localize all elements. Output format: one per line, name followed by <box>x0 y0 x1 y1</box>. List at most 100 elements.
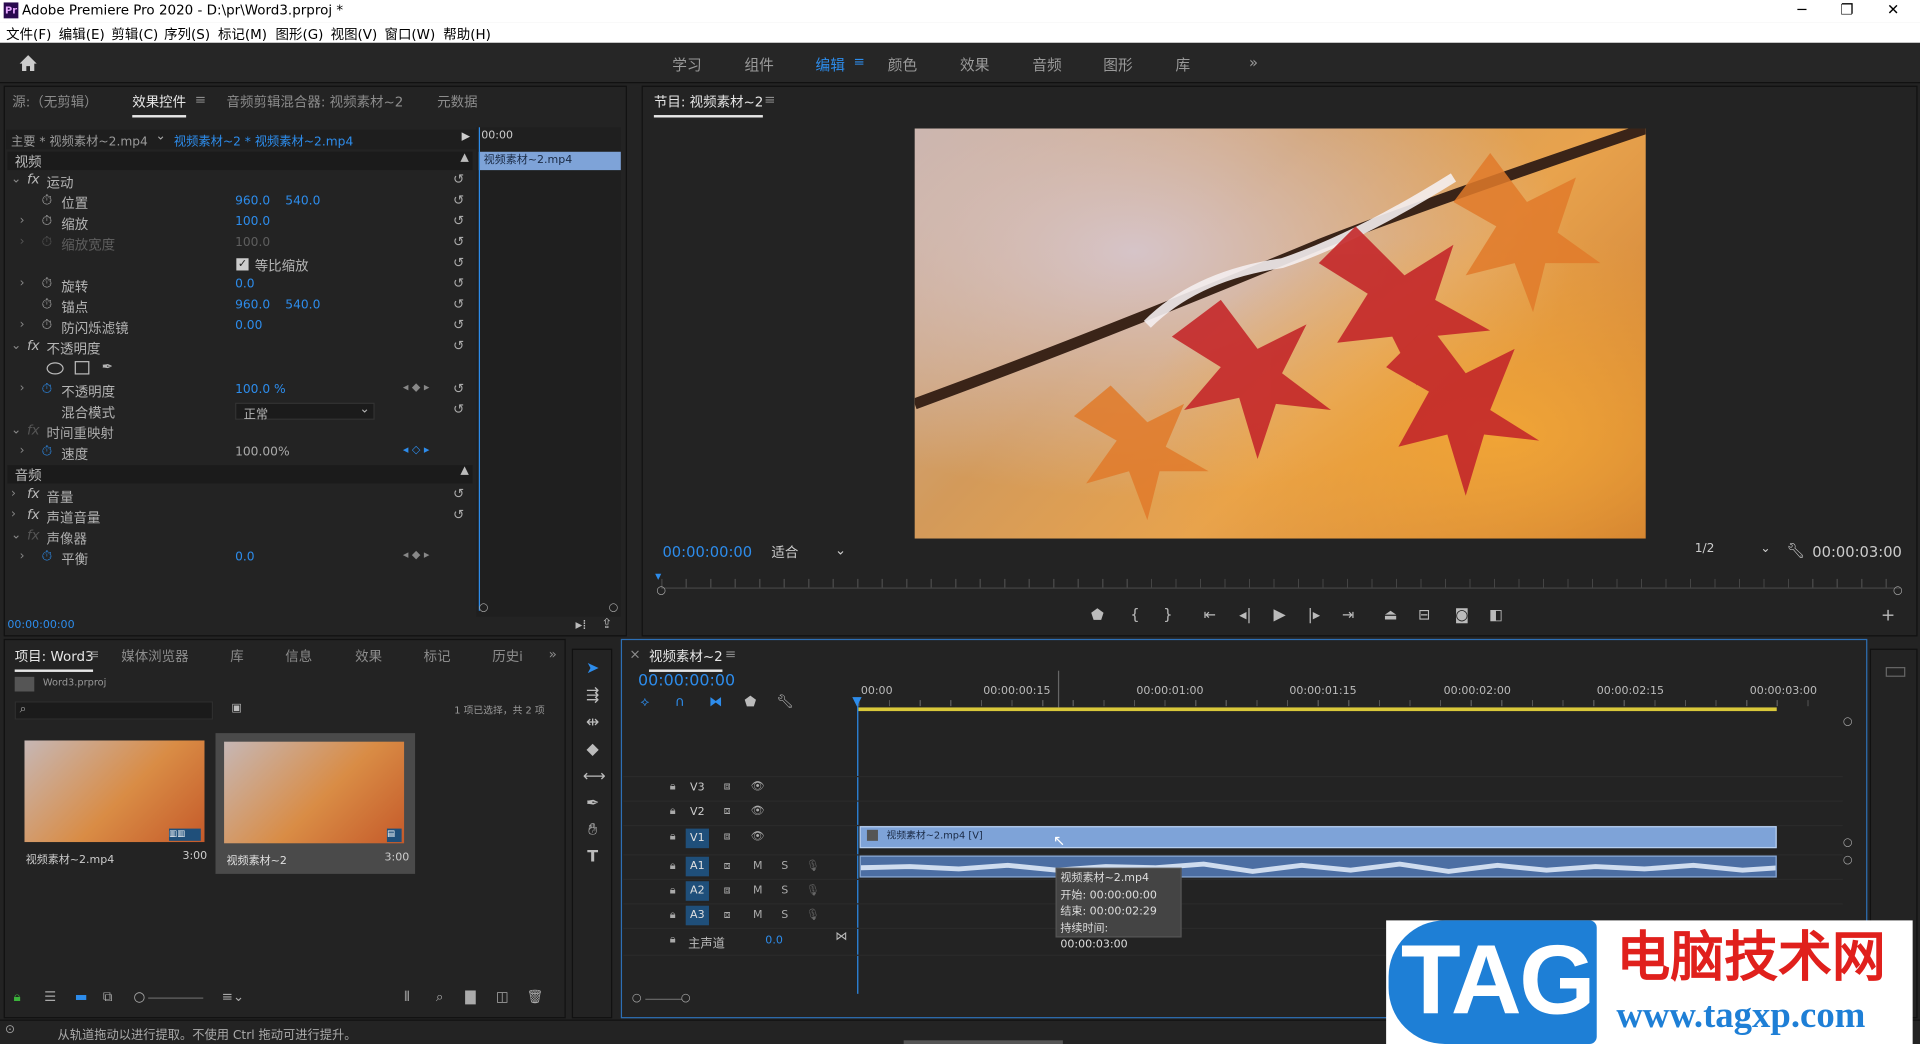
go-to-out-icon[interactable]: ⇥ <box>1342 606 1354 623</box>
track-name-v1[interactable]: V1 <box>685 828 709 849</box>
prop-position[interactable]: ⏱ 位置 960.0 540.0 ↺ <box>7 192 472 213</box>
maximize-button[interactable]: ❐ <box>1840 1 1853 18</box>
lift-icon[interactable]: ⏏ <box>1384 606 1398 623</box>
program-playhead[interactable]: ▾ <box>655 570 661 583</box>
program-scrubber[interactable] <box>661 578 1901 589</box>
home-icon[interactable] <box>18 54 38 72</box>
timeline-ruler-ticks[interactable] <box>858 700 1834 707</box>
effect-controls-timecode[interactable]: 00:00:00:00 <box>7 619 74 631</box>
fit-dropdown[interactable]: 适合 ⌄ <box>765 542 848 560</box>
solo-button[interactable]: S <box>781 909 788 921</box>
program-zoom-left[interactable]: ○ <box>656 585 666 597</box>
menu-sequence[interactable]: 序列(S) <box>164 24 210 44</box>
prop-uniform-scale[interactable]: ✓ 等比缩放 ↺ <box>7 255 472 276</box>
program-monitor-title[interactable]: 节目: 视频素材~2 <box>653 92 764 118</box>
tab-effects[interactable]: 效果 <box>355 646 382 666</box>
sync-lock-icon[interactable]: ⧈ <box>724 805 731 817</box>
lock-icon[interactable]: 🔒︎ <box>670 805 676 817</box>
filter-icon[interactable]: ▸⁞ <box>576 617 587 633</box>
mini-clip-bar[interactable]: 视频素材~2.mp4 <box>478 151 621 171</box>
lock-icon[interactable]: 🔒︎ <box>670 831 676 843</box>
camera-icon[interactable]: ◙ <box>1455 606 1469 623</box>
ripple-edit-icon[interactable]: ⇹ <box>583 714 603 734</box>
slip-icon[interactable]: ⟷ <box>583 767 606 787</box>
rectangle-mask-icon[interactable] <box>74 361 90 375</box>
extract-icon[interactable]: ⊟ <box>1418 606 1430 623</box>
lock-icon[interactable]: 🔒︎ <box>670 860 676 872</box>
selection-tool-icon[interactable]: ➤ <box>583 660 603 680</box>
add-button-icon[interactable]: + <box>1881 606 1895 626</box>
linked-selection-icon[interactable]: ⧓ <box>709 694 722 710</box>
tab-source[interactable]: 源:（无剪辑） <box>12 92 97 112</box>
zoom-slider-handle[interactable]: ○ <box>133 989 145 1005</box>
program-timecode[interactable]: 00:00:00:00 <box>662 543 752 560</box>
tab-effect-controls[interactable]: 效果控件 <box>132 92 187 118</box>
resolution-dropdown[interactable]: 1/2 ⌄ <box>1690 542 1773 560</box>
mark-in-icon[interactable]: { <box>1130 606 1139 623</box>
workspace-assembly[interactable]: 组件 <box>744 54 773 75</box>
microphone-icon[interactable]: 🎙︎ <box>806 885 820 897</box>
timeline-timecode[interactable]: 00:00:00:00 <box>638 672 735 690</box>
workspace-libraries[interactable]: 库 <box>1176 54 1191 75</box>
meter-solo-buttons[interactable] <box>1885 667 1906 677</box>
timeline-sequence-tab[interactable]: 视频素材~2 <box>648 646 723 672</box>
track-name-a2[interactable]: A2 <box>685 881 709 901</box>
pen-icon[interactable]: ✒ <box>583 794 603 814</box>
project-search-input[interactable]: ⌕ <box>14 701 214 720</box>
workspace-audio[interactable]: 音频 <box>1032 54 1061 75</box>
uniform-scale-checkbox[interactable]: ✓ <box>236 258 249 271</box>
go-to-in-icon[interactable]: ⇤ <box>1204 606 1216 623</box>
timeline-settings-icon[interactable]: 🔧︎ <box>776 694 793 710</box>
workspace-learn[interactable]: 学习 <box>672 54 701 75</box>
type-tool-icon[interactable]: T <box>583 848 603 868</box>
new-bin-icon[interactable]: ▇ <box>465 989 475 1005</box>
wrench-icon[interactable]: 🔧︎ <box>1787 542 1806 559</box>
mark-out-icon[interactable]: } <box>1163 606 1172 623</box>
sequence-clip-label[interactable]: 视频素材~2 * 视频素材~2.mp4 <box>174 131 353 149</box>
work-area-bar[interactable] <box>858 707 1777 712</box>
prop-speed[interactable]: › ⏱ 速度 100.00% ◂ ◇ ▸ <box>7 443 472 464</box>
timeline-menu-icon[interactable]: ≡ <box>725 646 736 662</box>
close-button[interactable]: ✕ <box>1887 1 1899 18</box>
sync-lock-icon[interactable]: ⧈ <box>724 781 731 793</box>
prop-scale[interactable]: › ⏱ 缩放 100.0 ↺ <box>7 213 472 234</box>
tab-libraries[interactable]: 库 <box>230 646 243 666</box>
lock-icon[interactable]: 🔒︎ <box>13 989 20 1006</box>
master-volume[interactable]: 0.0 <box>765 935 783 947</box>
sort-icon[interactable]: ≡⌄ <box>222 989 245 1005</box>
hscroll-left-handle[interactable]: ○ <box>632 993 642 1005</box>
hscroll-right-handle[interactable]: ○ <box>681 993 691 1005</box>
chevron-down-icon[interactable]: ⌄ <box>156 130 166 143</box>
add-marker-icon[interactable]: ⬟ <box>1091 606 1104 623</box>
tab-markers[interactable]: 标记 <box>424 646 451 666</box>
prop-anchor[interactable]: ⏱ 锚点 960.0 540.0 ↺ <box>7 296 472 317</box>
track-name-v2[interactable]: V2 <box>686 803 709 823</box>
master-clip-label[interactable]: 主要 * 视频素材~2.mp4 <box>11 131 148 149</box>
project-item-sequence[interactable]: ▤ 视频素材~2 3:00 <box>215 733 416 874</box>
razor-icon[interactable]: ◆ <box>583 740 603 760</box>
zoom-slider-track[interactable] <box>148 997 204 999</box>
menu-file[interactable]: 文件(F) <box>6 24 51 44</box>
timeline-zoom-handle[interactable]: ○ <box>1843 716 1853 728</box>
prop-flicker[interactable]: › ⏱ 防闪烁滤镜 0.00 ↺ <box>7 317 472 338</box>
list-view-icon[interactable]: ☰ <box>44 989 56 1005</box>
prop-blend-mode[interactable]: 混合模式 正常 ⌄ ↺ <box>7 401 472 422</box>
menu-graphics[interactable]: 图形(G) <box>276 24 324 44</box>
tab-metadata[interactable]: 元数据 <box>437 92 477 112</box>
workspace-more-button[interactable]: » <box>1249 54 1258 71</box>
tab-audio-clip-mixer[interactable]: 音频剪辑混合器: 视频素材~2 <box>227 92 404 112</box>
mute-button[interactable]: M <box>753 860 763 872</box>
effect-time-remap[interactable]: ⌄ fx 时间重映射 <box>7 422 472 443</box>
zoom-right-handle[interactable]: ○ <box>609 602 619 614</box>
prop-opacity[interactable]: › ⏱ 不透明度 100.0 % ◂ ◆ ▸ ↺ <box>7 381 472 402</box>
step-back-icon[interactable]: ◂| <box>1239 606 1251 623</box>
snap-icon[interactable]: ∩ <box>675 694 685 710</box>
hand-icon[interactable]: ✋︎ <box>583 821 603 841</box>
effect-channel-volume[interactable]: › fx 声道音量 ↺ <box>7 507 472 528</box>
hscroll-track[interactable] <box>645 998 683 1000</box>
tab-menu-icon[interactable]: ≡ <box>195 92 206 108</box>
lock-icon[interactable]: 🔒︎ <box>670 885 676 897</box>
workspace-color[interactable]: 颜色 <box>888 54 917 75</box>
prop-rotation[interactable]: › ⏱ 旋转 0.0 ↺ <box>7 275 472 296</box>
mini-playhead[interactable] <box>478 127 481 611</box>
